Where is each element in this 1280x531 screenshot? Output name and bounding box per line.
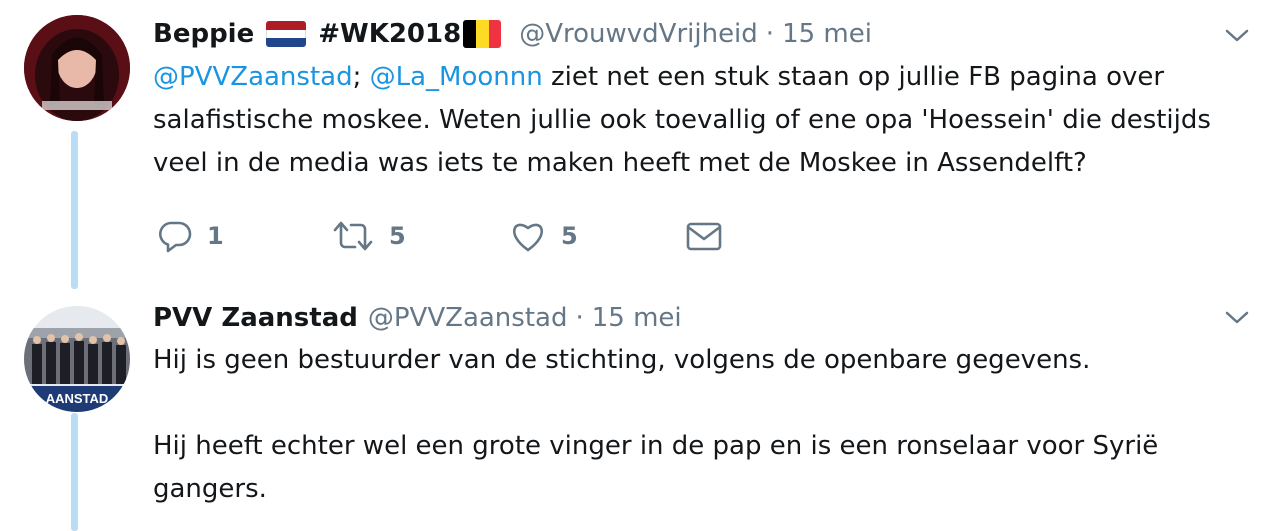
tweet-beppie[interactable]: Beppie #WK2018 @VrouwvdVrijheid · 15 mei… bbox=[0, 0, 1280, 290]
belgium-flag-icon bbox=[463, 20, 502, 48]
tweet-actions: 1 5 5 bbox=[157, 216, 757, 256]
display-name-hashtag[interactable]: #WK2018 bbox=[318, 19, 461, 49]
tweet-text: Hij is geen bestuurder van de stichting,… bbox=[153, 339, 1263, 511]
tweet-header: Beppie #WK2018 @VrouwvdVrijheid · 15 mei bbox=[153, 16, 872, 52]
avatar-beppie[interactable] bbox=[24, 15, 130, 121]
avatar-pvv-zaanstad[interactable]: AANSTAD bbox=[24, 306, 130, 412]
mention-link[interactable]: @PVVZaanstad bbox=[153, 62, 353, 92]
avatar-text: AANSTAD bbox=[46, 391, 109, 406]
user-handle[interactable]: @PVVZaanstad bbox=[368, 303, 568, 333]
tweet-paragraph: Hij heeft echter wel een grote vinger in… bbox=[153, 431, 1159, 504]
chevron-down-icon[interactable] bbox=[1222, 302, 1252, 332]
like-button[interactable]: 5 bbox=[509, 216, 578, 256]
separator-dot: · bbox=[575, 303, 584, 333]
user-handle[interactable]: @VrouwvdVrijheid bbox=[519, 19, 758, 49]
separator-dot: · bbox=[765, 19, 775, 49]
thread-line bbox=[71, 131, 78, 289]
heart-icon bbox=[513, 223, 543, 252]
netherlands-flag-icon bbox=[266, 21, 307, 47]
reply-icon bbox=[159, 221, 192, 253]
chevron-down-icon[interactable] bbox=[1222, 20, 1252, 50]
display-name[interactable]: PVV Zaanstad bbox=[153, 303, 358, 333]
thread-line bbox=[71, 413, 78, 531]
mention-separator: ; bbox=[352, 62, 362, 92]
tweet-text: @PVVZaanstad; @La_Moonnn ziet net een st… bbox=[153, 56, 1263, 185]
like-count: 5 bbox=[561, 222, 578, 250]
display-name[interactable]: Beppie bbox=[153, 19, 254, 49]
tweet-header: PVV Zaanstad @PVVZaanstad · 15 mei bbox=[153, 300, 682, 336]
retweet-icon bbox=[333, 221, 373, 251]
tweet-timestamp[interactable]: 15 mei bbox=[782, 19, 872, 49]
reply-count: 1 bbox=[207, 222, 224, 250]
tweet-paragraph: Hij is geen bestuurder van de stichting,… bbox=[153, 345, 1091, 375]
reply-button[interactable]: 1 bbox=[157, 216, 224, 256]
direct-message-button[interactable] bbox=[685, 216, 723, 256]
tweet-pvv-zaanstad[interactable]: AANSTAD PVV Zaanstad @PVVZaanstad · 15 m… bbox=[0, 290, 1280, 531]
retweet-button[interactable]: 5 bbox=[331, 216, 406, 256]
retweet-count: 5 bbox=[389, 222, 406, 250]
mention-link[interactable]: @La_Moonnn bbox=[370, 62, 543, 92]
envelope-icon bbox=[686, 222, 722, 251]
tweet-timestamp[interactable]: 15 mei bbox=[592, 303, 682, 333]
